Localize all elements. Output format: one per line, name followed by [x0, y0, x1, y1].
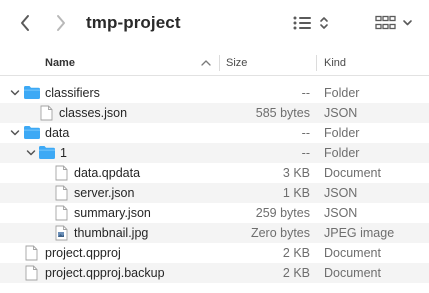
- file-size: 585 bytes: [255, 106, 310, 120]
- group-button[interactable]: [372, 9, 418, 37]
- file-icon: [55, 165, 68, 181]
- file-kind: JSON: [324, 106, 358, 120]
- file-name: 1: [60, 146, 67, 160]
- view-options-button[interactable]: [290, 9, 334, 37]
- file-name: data.qpdata: [74, 166, 141, 180]
- file-kind: JSON: [324, 186, 358, 200]
- file-kind: Document: [324, 266, 381, 280]
- file-size: 2 KB: [282, 266, 310, 280]
- file-kind: JPEG image: [324, 226, 395, 240]
- sort-ascending-icon: [201, 58, 211, 70]
- file-name: thumbnail.jpg: [74, 226, 149, 240]
- group-grid-icon: [375, 15, 412, 30]
- file-row[interactable]: classifiers -- Folder: [0, 83, 429, 103]
- file-list: classifiers -- Folder classes.json 585 b…: [0, 83, 429, 283]
- file-icon: [25, 265, 38, 281]
- file-icon: [55, 205, 68, 221]
- file-name: classifiers: [45, 86, 100, 100]
- chevron-left-icon: [21, 15, 29, 31]
- chevron-right-icon: [57, 15, 65, 31]
- chevron-down-icon[interactable]: [10, 128, 20, 138]
- file-row[interactable]: summary.json 259 bytes JSON: [0, 203, 429, 223]
- file-name: classes.json: [59, 106, 128, 120]
- file-kind: Folder: [324, 86, 360, 100]
- file-icon: [25, 245, 38, 261]
- file-icon: [55, 185, 68, 201]
- file-row[interactable]: classes.json 585 bytes JSON: [0, 103, 429, 123]
- forward-button[interactable]: [48, 9, 74, 37]
- column-header-name[interactable]: Name: [45, 57, 75, 69]
- file-size: --: [301, 126, 310, 140]
- file-kind: Document: [324, 166, 381, 180]
- toolbar: tmp-project: [0, 0, 429, 47]
- file-size: Zero bytes: [250, 226, 310, 240]
- file-size: --: [301, 146, 310, 160]
- file-name: project.qpproj.backup: [45, 266, 165, 280]
- file-size: --: [301, 86, 310, 100]
- file-icon: [40, 105, 53, 121]
- file-size: 3 KB: [282, 166, 310, 180]
- file-row[interactable]: project.qpproj.backup 2 KB Document: [0, 263, 429, 283]
- file-size: 2 KB: [282, 246, 310, 260]
- file-kind: Folder: [324, 146, 360, 160]
- column-divider[interactable]: [316, 55, 317, 71]
- file-name: project.qpproj: [45, 246, 121, 260]
- file-row[interactable]: thumbnail.jpg Zero bytes JPEG image: [0, 223, 429, 243]
- file-name: data: [45, 126, 70, 140]
- folder-icon: [39, 146, 55, 159]
- column-header-kind[interactable]: Kind: [324, 57, 346, 69]
- file-size: 259 bytes: [255, 206, 310, 220]
- file-row[interactable]: project.qpproj 2 KB Document: [0, 243, 429, 263]
- file-kind: Folder: [324, 126, 360, 140]
- file-kind: JSON: [324, 206, 358, 220]
- file-row[interactable]: 1 -- Folder: [0, 143, 429, 163]
- column-header: Name Size Kind: [0, 50, 429, 76]
- folder-icon: [24, 126, 40, 139]
- back-button[interactable]: [12, 9, 38, 37]
- column-header-size[interactable]: Size: [226, 57, 247, 69]
- file-row[interactable]: data -- Folder: [0, 123, 429, 143]
- chevron-down-icon[interactable]: [26, 148, 36, 158]
- image-file-icon: [55, 225, 68, 241]
- file-size: 1 KB: [282, 186, 310, 200]
- file-row[interactable]: server.json 1 KB JSON: [0, 183, 429, 203]
- file-name: summary.json: [74, 206, 151, 220]
- window-title: tmp-project: [86, 13, 181, 32]
- file-row[interactable]: data.qpdata 3 KB Document: [0, 163, 429, 183]
- list-view-icon: [293, 16, 328, 30]
- column-divider[interactable]: [219, 55, 220, 71]
- folder-icon: [24, 86, 40, 99]
- chevron-down-icon[interactable]: [10, 88, 20, 98]
- file-kind: Document: [324, 246, 381, 260]
- file-name: server.json: [74, 186, 135, 200]
